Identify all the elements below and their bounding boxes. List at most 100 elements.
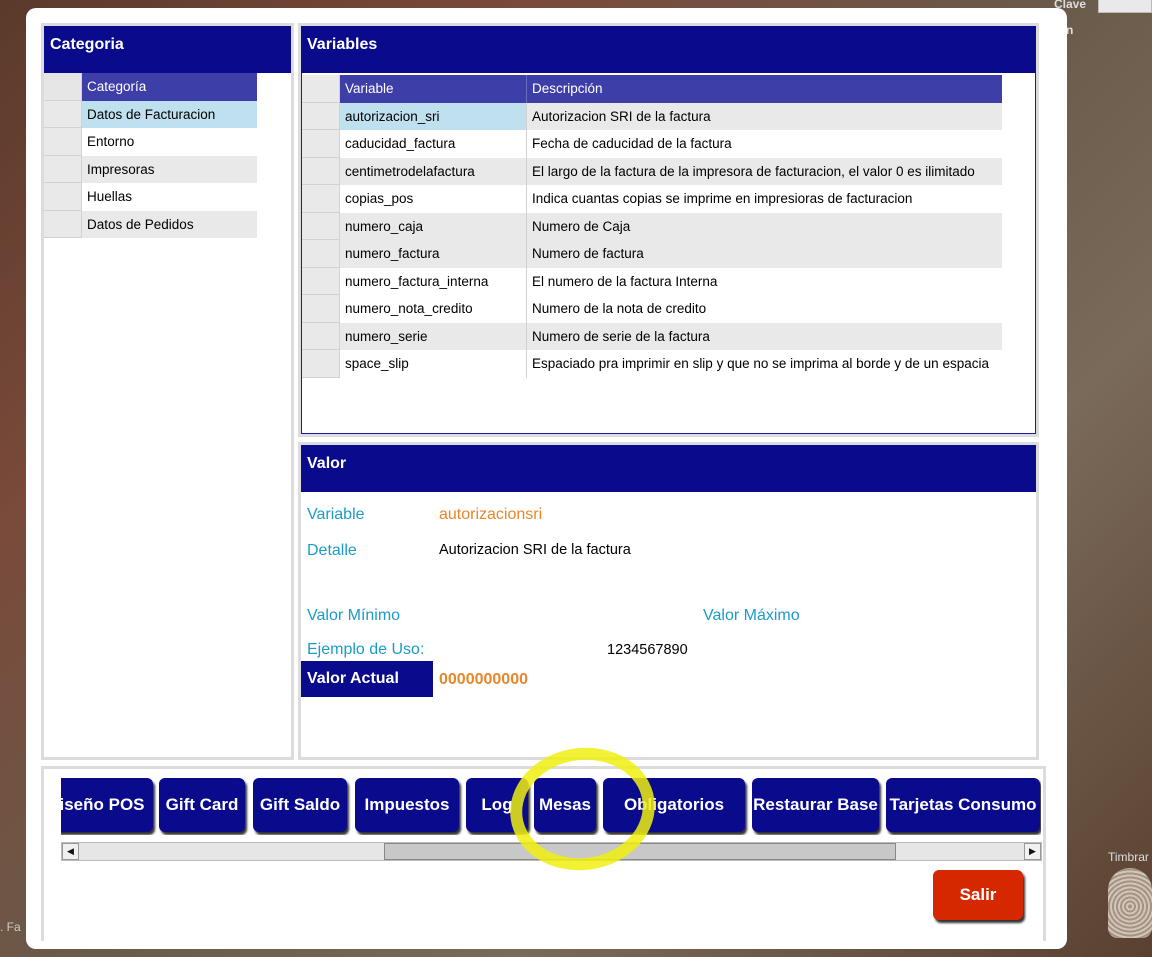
- horizontal-scrollbar[interactable]: ◀ ▶: [61, 842, 1042, 861]
- row-selector[interactable]: [302, 350, 340, 378]
- descripcion-cell[interactable]: Numero de Caja: [527, 212, 1002, 240]
- variables-header-row: Variable Descripción: [302, 75, 1002, 103]
- variable-cell[interactable]: copias_pos: [340, 185, 527, 213]
- row-selector[interactable]: [302, 212, 340, 240]
- column-header-variable: Variable: [340, 75, 527, 103]
- row-selector[interactable]: [44, 183, 82, 211]
- valor-maximo-label: Valor Máximo: [703, 607, 800, 624]
- row-selector[interactable]: [302, 295, 340, 323]
- descripcion-cell[interactable]: Numero de factura: [527, 240, 1002, 268]
- table-row[interactable]: copias_pos Indica cuantas copias se impr…: [302, 185, 1002, 213]
- diseno-pos-button[interactable]: iseño POS: [61, 778, 153, 832]
- descripcion-cell[interactable]: Numero de la nota de credito: [527, 295, 1002, 323]
- background-text-fa: . Fa: [0, 920, 21, 934]
- variable-value: autorizacionsri: [439, 506, 543, 523]
- categoria-item-label[interactable]: Datos de Pedidos: [82, 210, 257, 238]
- categoria-item-label[interactable]: Entorno: [82, 128, 257, 156]
- table-row[interactable]: space_slip Espaciado pra imprimir en sli…: [302, 350, 1002, 378]
- timbrar-label: Timbrar: [1108, 850, 1149, 864]
- row-selector[interactable]: [302, 130, 340, 158]
- row-selector[interactable]: [302, 157, 340, 185]
- valor-actual-label: Valor Actual: [301, 661, 433, 697]
- categoria-item[interactable]: Datos de Pedidos: [44, 210, 257, 238]
- descripcion-cell[interactable]: El largo de la factura de la impresora d…: [527, 157, 1002, 185]
- variable-cell[interactable]: numero_serie: [340, 322, 527, 350]
- table-row[interactable]: centimetrodelafactura El largo de la fac…: [302, 157, 1002, 185]
- variable-cell[interactable]: numero_factura_interna: [340, 267, 527, 295]
- valor-actual-value[interactable]: 0000000000: [439, 671, 528, 689]
- gift-card-button[interactable]: Gift Card: [159, 778, 245, 832]
- categoria-item-label[interactable]: Datos de Facturacion: [82, 100, 257, 128]
- descripcion-cell[interactable]: Numero de serie de la factura: [527, 322, 1002, 350]
- variable-cell[interactable]: space_slip: [340, 350, 527, 378]
- categoria-item[interactable]: Huellas: [44, 183, 257, 211]
- descripcion-cell[interactable]: Autorizacion SRI de la factura: [527, 102, 1002, 130]
- log-button[interactable]: Log: [466, 778, 528, 832]
- row-selector[interactable]: [302, 185, 340, 213]
- table-row[interactable]: numero_serie Numero de serie de la factu…: [302, 322, 1002, 350]
- variables-title: Variables: [301, 26, 1036, 73]
- categoria-title: Categoria: [44, 26, 291, 73]
- column-header-descripcion: Descripción: [527, 75, 1002, 103]
- variable-label: Variable: [307, 506, 365, 523]
- row-selector: [302, 75, 340, 103]
- variables-grid-frame: Variable Descripción autorizacion_sri Au…: [301, 73, 1036, 434]
- valor-title: Valor: [301, 445, 1036, 492]
- variable-cell[interactable]: numero_caja: [340, 212, 527, 240]
- configuration-modal: Categoria Categoría Datos de Facturacion…: [26, 8, 1067, 949]
- table-row[interactable]: autorizacion_sri Autorizacion SRI de la …: [302, 102, 1002, 130]
- valor-minimo-label: Valor Mínimo: [307, 607, 401, 624]
- row-selector[interactable]: [302, 102, 340, 130]
- row-selector[interactable]: [302, 267, 340, 295]
- row-selector[interactable]: [302, 240, 340, 268]
- scroll-thumb[interactable]: [384, 843, 896, 860]
- ejemplo-uso-value: 1234567890: [607, 642, 688, 658]
- tarjetas-consumo-button[interactable]: Tarjetas Consumo: [886, 778, 1040, 832]
- scroll-left-icon[interactable]: ◀: [62, 843, 79, 860]
- variable-cell[interactable]: numero_factura: [340, 240, 527, 268]
- table-row[interactable]: numero_nota_credito Numero de la nota de…: [302, 295, 1002, 323]
- categoria-item[interactable]: Impresoras: [44, 155, 257, 183]
- variable-cell[interactable]: caducidad_factura: [340, 130, 527, 158]
- row-selector[interactable]: [302, 322, 340, 350]
- row-selector[interactable]: [44, 210, 82, 238]
- descripcion-cell[interactable]: Espaciado pra imprimir en slip y que no …: [527, 350, 1002, 378]
- button-strip: iseño POS Gift Card Gift Saldo Impuestos…: [61, 775, 1041, 835]
- mesas-button[interactable]: Mesas: [534, 778, 596, 832]
- impuestos-button[interactable]: Impuestos: [355, 778, 459, 832]
- descripcion-cell[interactable]: El numero de la factura Interna: [527, 268, 1002, 296]
- categoria-item-label[interactable]: Impresoras: [82, 155, 257, 183]
- clave-input[interactable]: [1098, 0, 1152, 13]
- salir-button[interactable]: Salir: [933, 870, 1023, 920]
- row-selector[interactable]: [44, 128, 82, 156]
- descripcion-cell[interactable]: Fecha de caducidad de la factura: [527, 130, 1002, 158]
- categoria-table: Categoría Datos de Facturacion Entorno I…: [44, 73, 257, 238]
- table-row[interactable]: numero_factura Numero de factura: [302, 240, 1002, 268]
- categoria-item[interactable]: Datos de Facturacion: [44, 100, 257, 128]
- categoria-item[interactable]: Entorno: [44, 128, 257, 156]
- fingerprint-icon[interactable]: [1108, 868, 1152, 938]
- variable-cell[interactable]: numero_nota_credito: [340, 295, 527, 323]
- table-row[interactable]: numero_caja Numero de Caja: [302, 212, 1002, 240]
- categoria-panel: Categoria Categoría Datos de Facturacion…: [41, 23, 294, 760]
- descripcion-cell[interactable]: Indica cuantas copias se imprime en impr…: [527, 185, 1002, 213]
- background-text-n: n: [1066, 23, 1074, 37]
- variable-cell[interactable]: autorizacion_sri: [340, 102, 527, 130]
- valor-panel: Valor Variable autorizacionsri Detalle A…: [298, 442, 1039, 760]
- table-row[interactable]: caducidad_factura Fecha de caducidad de …: [302, 130, 1002, 158]
- detalle-label: Detalle: [307, 542, 357, 559]
- ejemplo-uso-label: Ejemplo de Uso:: [307, 641, 425, 658]
- restaurar-base-button[interactable]: Restaurar Base: [752, 778, 879, 832]
- variables-table: Variable Descripción autorizacion_sri Au…: [302, 75, 1002, 378]
- row-selector[interactable]: [44, 155, 82, 183]
- variables-panel: Variables Variable Descripción autorizac…: [298, 23, 1039, 437]
- obligatorios-button[interactable]: Obligatorios: [603, 778, 745, 832]
- categoria-item-label[interactable]: Huellas: [82, 183, 257, 211]
- table-row[interactable]: numero_factura_interna El numero de la f…: [302, 267, 1002, 296]
- categoria-header-row: Categoría: [44, 73, 257, 101]
- variable-cell[interactable]: centimetrodelafactura: [340, 157, 527, 185]
- scroll-right-icon[interactable]: ▶: [1024, 843, 1041, 860]
- gift-saldo-button[interactable]: Gift Saldo: [253, 778, 347, 832]
- login-area: Clave n: [1052, 0, 1152, 40]
- row-selector[interactable]: [44, 100, 82, 128]
